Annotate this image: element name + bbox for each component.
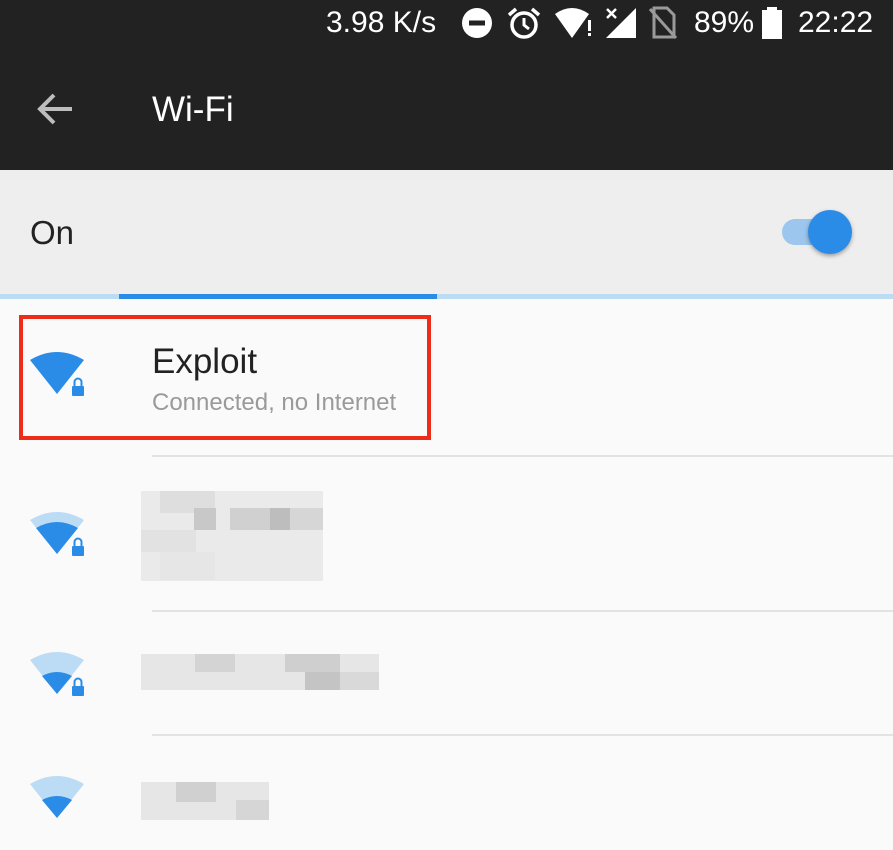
do-not-disturb-icon — [462, 8, 492, 38]
scan-progress-indicator — [119, 294, 437, 299]
back-button[interactable] — [24, 84, 84, 134]
wifi-signal-3-icon — [30, 512, 84, 556]
wifi-status-icon — [555, 8, 591, 38]
status-bar: 3.98 K/s 89% 22:22 — [0, 0, 893, 48]
wifi-toggle-row[interactable]: On — [0, 170, 893, 294]
wifi-switch[interactable] — [778, 208, 854, 256]
switch-thumb — [808, 210, 852, 254]
battery-percent: 89% — [694, 6, 755, 39]
wifi-signal-2-icon — [30, 652, 84, 696]
alarm-icon — [507, 7, 541, 39]
battery-icon — [762, 7, 782, 39]
arrow-back-icon — [37, 93, 72, 125]
no-sim-icon — [648, 6, 678, 40]
network-item[interactable] — [0, 736, 893, 850]
divider — [152, 455, 893, 457]
wifi-signal-2-icon — [30, 776, 84, 818]
page-title: Wi-Fi — [152, 90, 234, 129]
app-bar: Wi-Fi — [0, 48, 893, 170]
network-speed: 3.98 K/s — [326, 6, 437, 39]
network-item[interactable] — [0, 458, 893, 610]
network-item[interactable] — [0, 612, 893, 734]
clock: 22:22 — [798, 6, 874, 39]
highlight-box — [19, 315, 431, 440]
wifi-toggle-label: On — [30, 214, 75, 251]
scan-progress-bar — [0, 294, 893, 299]
cellular-signal-icon — [606, 8, 636, 38]
